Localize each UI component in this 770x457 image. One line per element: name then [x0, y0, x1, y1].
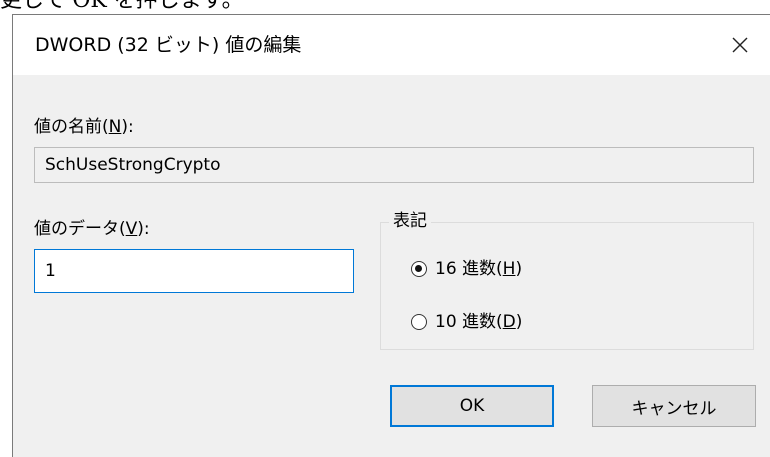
radio-decimal-text: 10 進数( [435, 312, 503, 332]
value-data-accelerator: V [125, 219, 138, 239]
radio-hexadecimal-circle[interactable] [411, 261, 427, 277]
dialog-body: 値の名前(N): SchUseStrongCrypto 値のデータ(V): 1 … [13, 75, 770, 457]
value-name-field[interactable]: SchUseStrongCrypto [34, 147, 754, 183]
page-caption: 更して OK を押します。 [0, 0, 244, 13]
value-data-label: 値のデータ(V): [34, 218, 150, 240]
radio-decimal-accelerator: D [502, 312, 516, 332]
title-bar: DWORD (32 ビット) 値の編集 [13, 15, 770, 75]
value-data-input[interactable]: 1 [34, 249, 354, 293]
radio-hexadecimal-label: 16 進数(H) [435, 258, 522, 280]
value-name-accelerator: N [108, 117, 122, 137]
close-button[interactable] [718, 23, 762, 67]
dialog-title: DWORD (32 ビット) 値の編集 [35, 34, 302, 56]
radio-hexadecimal-text: 16 進数( [435, 259, 503, 279]
base-group: 表記 16 進数(H) 10 進数(D) [380, 209, 754, 350]
edit-dword-dialog: DWORD (32 ビット) 値の編集 値の名前(N): SchUseStron… [12, 14, 770, 457]
ok-button[interactable]: OK [390, 385, 554, 427]
base-group-legend: 表記 [389, 209, 431, 233]
radio-selected-dot [415, 265, 422, 272]
radio-decimal[interactable]: 10 進数(D) [411, 311, 522, 333]
radio-hexadecimal[interactable]: 16 進数(H) [411, 258, 522, 280]
close-icon [732, 37, 748, 53]
radio-decimal-circle[interactable] [411, 314, 427, 330]
radio-hexadecimal-accelerator: H [502, 259, 516, 279]
radio-hexadecimal-suffix: ) [515, 259, 523, 279]
value-name-label-text: 値の名前( [34, 117, 109, 137]
radio-decimal-label: 10 進数(D) [435, 311, 522, 333]
radio-decimal-suffix: ) [515, 312, 523, 332]
page: 更して OK を押します。 DWORD (32 ビット) 値の編集 値の名前(N… [0, 0, 770, 457]
cancel-button[interactable]: キャンセル [592, 385, 756, 427]
value-data-label-text: 値のデータ( [34, 219, 126, 239]
value-name-label-suffix: ): [121, 117, 134, 137]
value-data-label-suffix: ): [137, 219, 150, 239]
value-name-label: 値の名前(N): [34, 116, 134, 138]
